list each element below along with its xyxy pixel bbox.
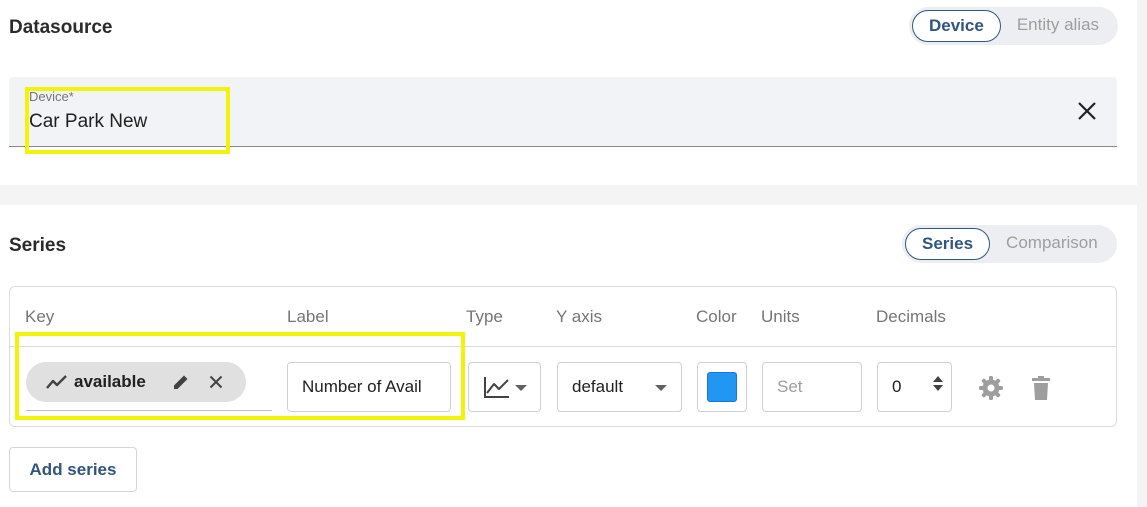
series-label-input[interactable]: Number of Avail	[287, 362, 451, 412]
close-icon	[1078, 102, 1096, 120]
y-axis-select[interactable]: default	[557, 362, 682, 412]
series-color-picker[interactable]	[697, 362, 747, 412]
toggle-entity-alias[interactable]: Entity alias	[1001, 10, 1115, 42]
column-header-units: Units	[761, 307, 800, 326]
device-field[interactable]: Device* Car Park New	[9, 77, 1117, 147]
series-type-select[interactable]	[468, 362, 541, 412]
column-header-color: Color	[696, 307, 737, 326]
datasource-title: Datasource	[9, 17, 113, 38]
trash-icon	[1032, 376, 1050, 400]
pencil-icon	[174, 375, 188, 389]
column-header-label: Label	[287, 307, 329, 326]
chevron-down-icon	[655, 385, 667, 391]
edit-key-button[interactable]	[169, 370, 193, 394]
clear-device-button[interactable]	[1073, 97, 1101, 125]
add-series-button[interactable]: Add series	[9, 447, 137, 492]
line-chart-icon	[484, 377, 509, 398]
column-header-type: Type	[466, 307, 503, 326]
delete-series-button[interactable]	[1027, 374, 1055, 402]
timeseries-icon	[46, 375, 67, 389]
device-field-label: Device*	[29, 89, 74, 104]
series-title: Series	[9, 235, 67, 256]
decimals-stepper[interactable]	[933, 376, 943, 391]
series-card: Series Series Comparison Key Label Type …	[0, 205, 1137, 507]
decimals-value: 0	[892, 377, 902, 396]
series-settings-button[interactable]	[977, 374, 1005, 402]
close-icon	[209, 375, 223, 389]
column-header-y-axis: Y axis	[556, 307, 602, 326]
series-key-chip[interactable]: available	[26, 362, 246, 402]
key-field-underline	[26, 410, 272, 411]
color-swatch	[707, 372, 737, 402]
column-header-key: Key	[25, 307, 55, 326]
toggle-device[interactable]: Device	[912, 10, 1001, 42]
remove-key-button[interactable]	[204, 370, 228, 394]
series-table: Key Label Type Y axis Color Units Decima…	[9, 286, 1117, 427]
series-key-label: available	[74, 372, 146, 391]
decimals-input[interactable]: 0	[877, 362, 952, 412]
table-header-divider	[10, 346, 1116, 347]
column-header-decimals: Decimals	[876, 307, 946, 326]
datasource-card: Datasource Device Entity alias Device* C…	[0, 0, 1137, 185]
datasource-type-toggle: Device Entity alias	[909, 7, 1119, 45]
toggle-series[interactable]: Series	[905, 228, 991, 260]
y-axis-value: default	[572, 377, 624, 396]
series-mode-toggle: Series Comparison	[902, 225, 1117, 263]
device-field-value[interactable]: Car Park New	[29, 111, 147, 133]
units-input[interactable]: Set	[762, 362, 862, 412]
stepper-up-icon[interactable]	[933, 376, 943, 382]
toggle-comparison[interactable]: Comparison	[990, 228, 1114, 260]
gear-icon	[979, 376, 1003, 400]
stepper-down-icon[interactable]	[933, 385, 943, 391]
chevron-down-icon	[515, 385, 527, 391]
